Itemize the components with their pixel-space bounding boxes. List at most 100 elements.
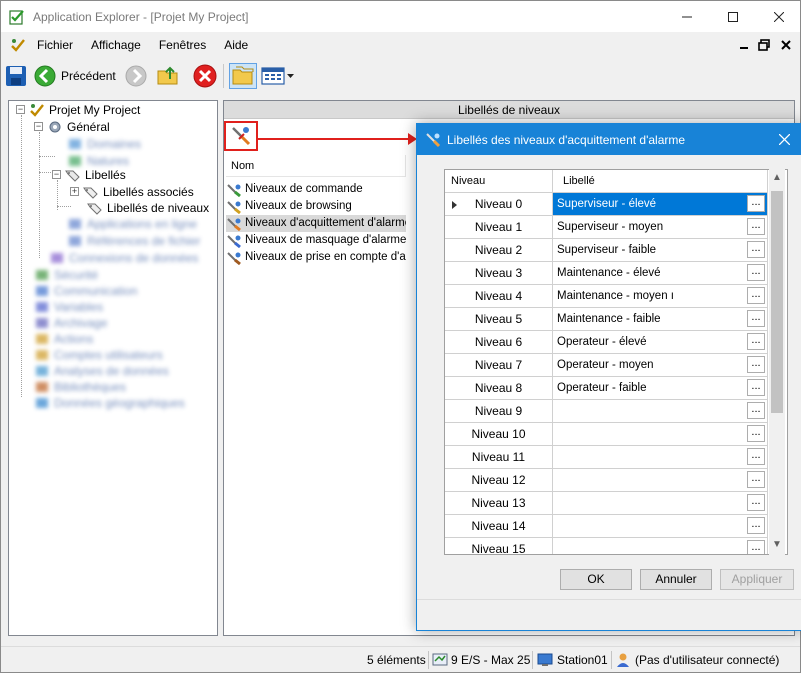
ellipsis-button[interactable]: ... <box>747 264 765 281</box>
cell-libelle[interactable]: Superviseur - élevé... <box>553 193 768 216</box>
tree-node-archivage[interactable]: Archivage <box>34 314 107 331</box>
table-row[interactable]: Niveau 12... <box>445 469 768 492</box>
tree-node-libelles[interactable]: − Libellés <box>52 166 126 183</box>
cell-libelle[interactable]: ... <box>553 492 768 515</box>
table-row[interactable]: Niveau 14... <box>445 515 768 538</box>
tree-node-general[interactable]: − Général <box>34 118 110 135</box>
table-row[interactable]: Niveau 1 Superviseur - moyen... <box>445 216 768 239</box>
ellipsis-button[interactable]: ... <box>747 241 765 258</box>
forward-button[interactable] <box>125 63 147 89</box>
list-item[interactable]: Niveaux de browsing <box>226 198 406 215</box>
cell-libelle[interactable]: Maintenance - moyen ı... <box>553 285 768 308</box>
delete-button[interactable] <box>193 63 217 89</box>
ellipsis-button[interactable]: ... <box>747 287 765 304</box>
list-item[interactable]: Niveaux de prise en compte d'alarme <box>226 249 406 266</box>
menu-affichage[interactable]: Affichage <box>82 38 150 52</box>
collapse-icon[interactable]: − <box>52 170 61 179</box>
tree-node-domaines[interactable]: Domaines <box>67 135 141 152</box>
ellipsis-button[interactable]: ... <box>747 494 765 511</box>
close-window-button[interactable] <box>756 1 801 32</box>
column-header-nom[interactable]: Nom <box>226 155 406 177</box>
ellipsis-button[interactable]: ... <box>747 356 765 373</box>
ellipsis-button[interactable]: ... <box>747 218 765 235</box>
table-row[interactable]: Niveau 8 Operateur - faible... <box>445 377 768 400</box>
cancel-button[interactable]: Annuler <box>640 569 712 590</box>
back-button[interactable]: Précédent <box>34 63 116 89</box>
table-row[interactable]: Niveau 4 Maintenance - moyen ı... <box>445 285 768 308</box>
ellipsis-button[interactable]: ... <box>747 402 765 419</box>
tree-node-donnees-geo[interactable]: Données géographiques <box>34 394 185 411</box>
ellipsis-button[interactable]: ... <box>747 379 765 396</box>
menu-aide[interactable]: Aide <box>215 38 257 52</box>
menu-fenetres[interactable]: Fenêtres <box>150 38 215 52</box>
tree-node-communication[interactable]: Communication <box>34 282 137 299</box>
edit-levels-button[interactable] <box>224 121 258 151</box>
ellipsis-button[interactable]: ... <box>747 310 765 327</box>
ellipsis-button[interactable]: ... <box>747 448 765 465</box>
collapse-icon[interactable]: − <box>16 105 25 114</box>
menu-fichier[interactable]: Fichier <box>28 38 82 52</box>
cell-libelle[interactable]: ... <box>553 400 768 423</box>
maximize-button[interactable] <box>710 1 756 32</box>
grid-vertical-scrollbar[interactable]: ▲ ▼ <box>769 169 785 555</box>
mdi-minimize-button[interactable] <box>734 35 754 55</box>
table-row[interactable]: Niveau 13... <box>445 492 768 515</box>
tree-node-analyses[interactable]: Analyses de données <box>34 362 169 379</box>
cell-libelle[interactable]: ... <box>553 423 768 446</box>
ok-button[interactable]: OK <box>560 569 632 590</box>
table-row[interactable]: Niveau 11... <box>445 446 768 469</box>
table-row[interactable]: Niveau 10... <box>445 423 768 446</box>
cell-libelle[interactable]: Maintenance - élevé... <box>553 262 768 285</box>
list-item[interactable]: Niveaux de masquage d'alarme <box>226 232 406 249</box>
up-folder-button[interactable] <box>156 63 180 89</box>
table-row[interactable]: Niveau 3 Maintenance - élevé... <box>445 262 768 285</box>
mdi-close-button[interactable] <box>776 35 796 55</box>
tree-node-securite[interactable]: Sécurité <box>34 266 98 283</box>
ellipsis-button[interactable]: ... <box>747 333 765 350</box>
scroll-thumb[interactable] <box>771 191 783 413</box>
list-item[interactable]: Niveaux de commande <box>226 181 406 198</box>
ellipsis-button[interactable]: ... <box>747 517 765 534</box>
tree-node-actions[interactable]: Actions <box>34 330 93 347</box>
collapse-icon[interactable]: − <box>34 122 43 131</box>
cell-libelle[interactable]: ... <box>553 538 768 554</box>
minimize-button[interactable] <box>664 1 710 32</box>
table-row[interactable]: Niveau 9... <box>445 400 768 423</box>
expand-icon[interactable]: + <box>70 187 79 196</box>
mdi-restore-button[interactable] <box>754 35 774 55</box>
ellipsis-button[interactable]: ... <box>747 471 765 488</box>
list-item-selected[interactable]: Niveaux d'acquittement d'alarme <box>226 215 406 232</box>
tree-node-project[interactable]: − Projet My Project <box>16 101 140 118</box>
scroll-up-icon[interactable]: ▲ <box>769 169 785 186</box>
cell-libelle[interactable]: Operateur - élevé... <box>553 331 768 354</box>
tree-node-variables[interactable]: Variables <box>34 298 103 315</box>
dialog-close-button[interactable] <box>767 124 801 155</box>
tree-node-libelles-associes[interactable]: + Libellés associés <box>70 183 194 200</box>
column-header-libelle[interactable]: Libellé <box>553 170 768 193</box>
view-mode-dropdown[interactable] <box>261 63 294 89</box>
table-row[interactable]: Niveau 0 Superviseur - élevé... <box>445 193 768 216</box>
save-button[interactable] <box>5 63 29 89</box>
table-row[interactable]: Niveau 2 Superviseur - faible... <box>445 239 768 262</box>
ellipsis-button[interactable]: ... <box>747 425 765 442</box>
cell-libelle[interactable]: ... <box>553 446 768 469</box>
table-row[interactable]: Niveau 6 Operateur - élevé... <box>445 331 768 354</box>
cell-libelle[interactable]: Operateur - faible... <box>553 377 768 400</box>
cell-libelle[interactable]: Operateur - moyen... <box>553 354 768 377</box>
cell-libelle[interactable]: Maintenance - faible... <box>553 308 768 331</box>
app-menu-icon[interactable] <box>10 37 26 53</box>
tree-node-comptes-utilisateurs[interactable]: Comptes utilisateurs <box>34 346 163 363</box>
folders-view-toggle[interactable] <box>229 63 257 89</box>
table-row[interactable]: Niveau 7 Operateur - moyen... <box>445 354 768 377</box>
column-header-niveau[interactable]: Niveau <box>445 170 553 193</box>
tree-node-applications-en-ligne[interactable]: Applications en ligne <box>67 215 197 232</box>
apply-button[interactable]: Appliquer <box>720 569 794 590</box>
ellipsis-button[interactable]: ... <box>747 540 765 554</box>
tree-node-connexions-donnees[interactable]: Connexions de données <box>49 249 198 266</box>
tree-node-libelles-de-niveaux[interactable]: Libellés de niveaux <box>87 199 209 216</box>
ellipsis-button[interactable]: ... <box>747 195 765 212</box>
tree-node-bibliotheques[interactable]: Bibliothèques <box>34 378 126 395</box>
cell-libelle[interactable]: Superviseur - moyen... <box>553 216 768 239</box>
cell-libelle[interactable]: ... <box>553 515 768 538</box>
cell-libelle[interactable]: ... <box>553 469 768 492</box>
